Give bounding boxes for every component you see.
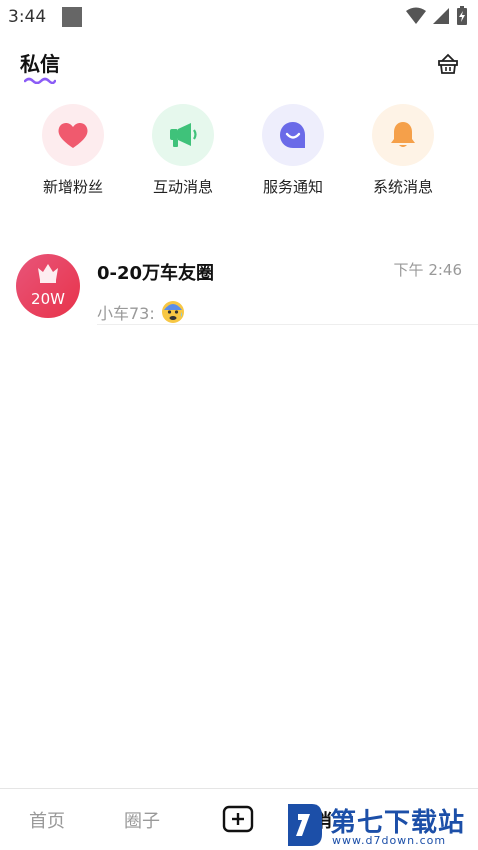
- conversation-list: 20W 0-20万车友圈 下午 2:46 小车73:: [0, 248, 478, 326]
- title-underline-wave: [24, 77, 56, 84]
- quick-circle: [262, 104, 324, 166]
- quick-circle: [42, 104, 104, 166]
- quick-action-new-fans[interactable]: 新增粉丝: [23, 104, 123, 197]
- divider: [97, 324, 478, 325]
- watermark: 第七下载站 www.d7down.com: [284, 800, 478, 850]
- heart-icon: [58, 122, 88, 148]
- avatar-badge: 20W: [31, 290, 65, 308]
- page-title: 私信: [20, 52, 60, 76]
- quick-action-system-messages[interactable]: 系统消息: [353, 104, 453, 197]
- conversation-item[interactable]: 20W 0-20万车友圈 下午 2:46 小车73:: [0, 248, 478, 326]
- avatar: 20W: [16, 254, 80, 318]
- watermark-logo-icon: [288, 804, 322, 846]
- tab-home[interactable]: 首页: [29, 807, 65, 833]
- quick-action-interactions[interactable]: 互动消息: [133, 104, 233, 197]
- wifi-icon: [406, 7, 426, 24]
- quick-actions: 新增粉丝 互动消息 服务通知 系统消息: [0, 104, 478, 204]
- chat-smile-icon: [280, 122, 305, 148]
- quick-label: 服务通知: [262, 178, 323, 196]
- conversation-preview: 小车73:: [97, 300, 185, 324]
- status-time: 3:44: [8, 7, 47, 27]
- status-bar: 3:44: [0, 0, 478, 34]
- signal-icon: [433, 8, 449, 24]
- quick-label: 新增粉丝: [42, 178, 103, 196]
- battery-icon: [457, 6, 467, 25]
- quick-circle: [372, 104, 434, 166]
- bell-icon: [391, 122, 415, 147]
- watermark-url: www.d7down.com: [332, 834, 447, 847]
- clear-basket-icon[interactable]: [436, 52, 460, 76]
- conversation-name: 0-20万车友圈: [97, 263, 215, 284]
- quick-action-service-notice[interactable]: 服务通知: [243, 104, 343, 197]
- quick-circle: [152, 104, 214, 166]
- tab-circle[interactable]: 圈子: [124, 807, 160, 833]
- status-icons: [406, 6, 468, 26]
- preview-text: 小车73:: [97, 304, 155, 323]
- anxious-face-icon: [161, 301, 184, 323]
- notification-icon: [62, 7, 83, 27]
- quick-label: 系统消息: [372, 178, 433, 196]
- header: 私信: [0, 40, 478, 86]
- megaphone-icon: [170, 123, 197, 147]
- add-post-icon[interactable]: [222, 805, 254, 833]
- quick-label: 互动消息: [152, 178, 213, 196]
- conversation-time: 下午 2:46: [393, 261, 462, 279]
- crown-icon: [38, 264, 58, 283]
